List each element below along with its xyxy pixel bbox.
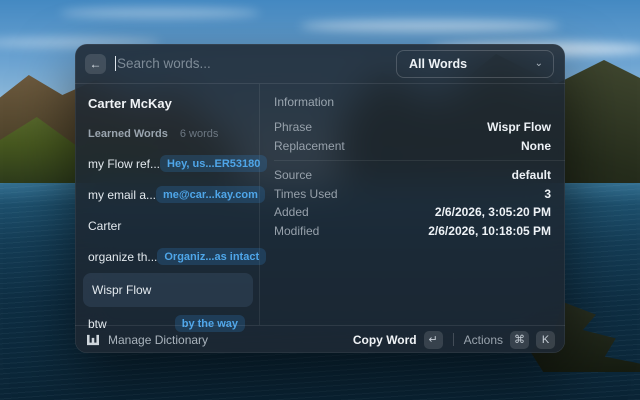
dictionary-search-window: ← All Words ⌄ Carter McKay Learned Words… bbox=[75, 44, 565, 353]
word-list: my Flow ref... Hey, us...ER53180 my emai… bbox=[83, 148, 268, 339]
footer-divider bbox=[452, 333, 454, 346]
search-field-wrap bbox=[115, 56, 396, 71]
chevron-down-icon: ⌄ bbox=[534, 58, 543, 69]
copy-word-button[interactable]: Copy Word bbox=[353, 333, 417, 347]
detail-row-times-used: Times Used 3 bbox=[274, 186, 551, 201]
list-item[interactable]: my Flow ref... Hey, us...ER53180 bbox=[87, 148, 268, 179]
word-term: my Flow ref... bbox=[88, 156, 161, 171]
word-term: Wispr Flow bbox=[92, 283, 152, 297]
list-item[interactable]: organize th... Organiz...as intact bbox=[87, 241, 267, 272]
replacement-badge: me@car...kay.com bbox=[156, 186, 265, 203]
user-name: Carter McKay bbox=[88, 96, 172, 111]
back-button[interactable]: ← bbox=[85, 53, 106, 74]
return-key-icon: ↵ bbox=[423, 330, 443, 349]
text-caret bbox=[115, 56, 116, 71]
manage-dictionary-button[interactable]: Manage Dictionary bbox=[86, 333, 353, 347]
search-toolbar: ← All Words ⌄ bbox=[75, 44, 565, 84]
word-term: organize th... bbox=[88, 249, 158, 264]
list-item[interactable]: my email a... me@car...kay.com bbox=[87, 179, 265, 210]
list-item-selected[interactable]: Wispr Flow bbox=[83, 273, 253, 307]
command-key-icon: ⌘ bbox=[510, 330, 529, 349]
information-section-title: Information bbox=[274, 95, 335, 109]
manage-dictionary-label: Manage Dictionary bbox=[108, 332, 209, 347]
cloud bbox=[300, 20, 560, 32]
wispr-flow-logo-icon bbox=[87, 334, 99, 345]
word-filter-value: All Words bbox=[409, 56, 468, 71]
detail-row-replacement: Replacement None bbox=[274, 138, 551, 153]
detail-row-source: Source default bbox=[274, 168, 551, 183]
window-footer: Manage Dictionary Copy Word ↵ Actions ⌘ … bbox=[75, 325, 565, 353]
detail-row-modified: Modified 2/6/2026, 10:18:05 PM bbox=[274, 223, 551, 238]
detail-row-added: Added 2/6/2026, 3:05:20 PM bbox=[274, 205, 551, 220]
actions-button[interactable]: Actions bbox=[464, 333, 503, 347]
list-item[interactable]: Carter bbox=[87, 210, 251, 241]
word-count: 6 words bbox=[179, 128, 219, 140]
replacement-badge: Hey, us...ER53180 bbox=[160, 155, 268, 172]
back-arrow-icon: ← bbox=[89, 56, 102, 71]
detail-row-phrase: Phrase Wispr Flow bbox=[274, 120, 551, 135]
learned-words-sidebar: Carter McKay Learned Words 6 words my Fl… bbox=[75, 84, 268, 332]
word-term: Carter bbox=[88, 218, 122, 233]
replacement-badge: Organiz...as intact bbox=[157, 248, 267, 265]
section-divider bbox=[274, 160, 565, 161]
cloud bbox=[60, 8, 260, 18]
word-filter-dropdown[interactable]: All Words ⌄ bbox=[396, 49, 554, 78]
learned-words-label: Learned Words bbox=[88, 128, 168, 140]
search-input[interactable] bbox=[117, 56, 396, 71]
word-details-panel: Information Phrase Wispr Flow Replacemen… bbox=[260, 84, 565, 325]
k-key-icon: K bbox=[536, 330, 555, 349]
word-term: my email a... bbox=[88, 187, 157, 202]
